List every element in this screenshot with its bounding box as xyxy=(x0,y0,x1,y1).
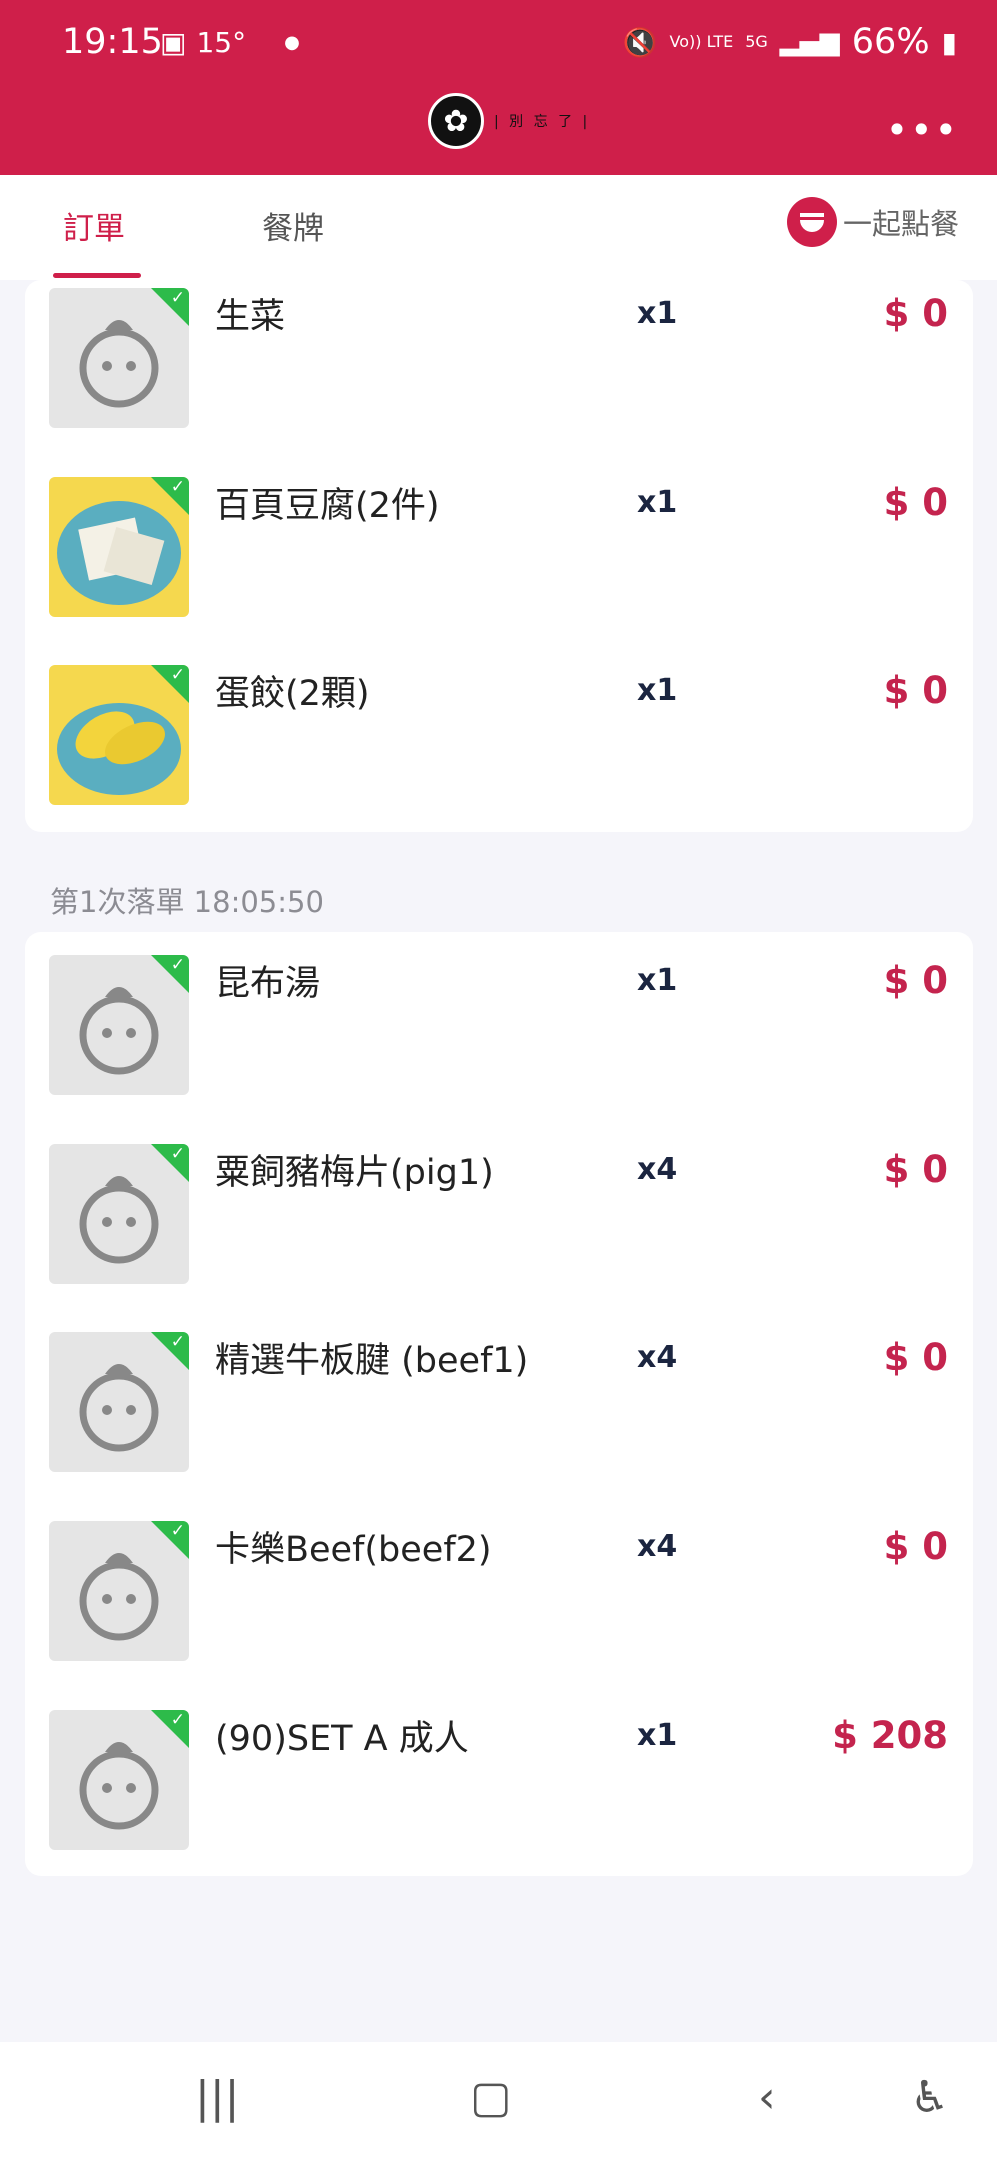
dot-icon: ● xyxy=(284,32,300,53)
network-gen: 5G xyxy=(745,32,768,51)
check-icon: ✓ xyxy=(151,288,189,326)
item-name: 生菜 xyxy=(215,297,286,337)
item-name: 卡樂Beef(beef2) xyxy=(215,1530,492,1570)
signal-icon: ▂▄▆ xyxy=(779,27,840,57)
mascot-placeholder-icon: ✓ xyxy=(49,1144,189,1284)
bowl-icon xyxy=(786,197,837,247)
order-card-1: ✓ 生菜 x1 $ 0 ✓ 百頁豆腐(2件) x1 $ 0 ✓ 蛋餃(2顆) x… xyxy=(25,280,973,832)
mascot-placeholder-icon: ✓ xyxy=(49,955,189,1095)
order-item[interactable]: ✓ 精選牛板腱 (beef1) x4 $ 0 xyxy=(49,1332,973,1472)
item-price: $ 0 xyxy=(883,292,948,335)
battery-icon: ▮ xyxy=(941,25,957,59)
egg-dumpling-photo: ✓ xyxy=(49,665,189,805)
mascot-placeholder-icon: ✓ xyxy=(49,1710,189,1850)
order-item[interactable]: ✓ 粟飼豬梅片(pig1) x4 $ 0 xyxy=(49,1144,973,1284)
check-icon: ✓ xyxy=(151,955,189,993)
mascot-placeholder-icon: ✓ xyxy=(49,288,189,428)
tab-bar: 訂單 餐牌 一起點餐 xyxy=(0,175,997,280)
order-item[interactable]: ✓ 百頁豆腐(2件) x1 $ 0 xyxy=(49,477,973,617)
tab-orders[interactable]: 訂單 xyxy=(63,203,125,248)
item-qty: x4 xyxy=(637,1529,678,1564)
status-time: 19:15 xyxy=(62,22,163,62)
item-qty: x1 xyxy=(637,296,678,331)
active-tab-indicator xyxy=(53,273,141,278)
flower-logo-icon: ✿ xyxy=(428,93,484,149)
item-price: $ 0 xyxy=(883,1336,948,1379)
order-item[interactable]: ✓ 卡樂Beef(beef2) x4 $ 0 xyxy=(49,1521,973,1661)
item-qty: x1 xyxy=(637,1718,678,1753)
mascot-placeholder-icon: ✓ xyxy=(49,1521,189,1661)
order-together-label: 一起點餐 xyxy=(842,207,959,241)
item-name: 百頁豆腐(2件) xyxy=(215,486,440,526)
check-icon: ✓ xyxy=(151,477,189,515)
order-item[interactable]: ✓ 生菜 x1 $ 0 xyxy=(49,288,973,428)
mute-icon: 🔇 xyxy=(622,25,658,59)
item-qty: x1 xyxy=(637,963,678,998)
system-nav-bar: ||| ▢ ‹ ♿ xyxy=(0,2042,997,2160)
item-qty: x4 xyxy=(637,1340,678,1375)
network-label: Vo)) LTE xyxy=(669,32,734,51)
item-qty: x1 xyxy=(637,673,678,708)
item-price: $ 0 xyxy=(883,669,948,712)
order-together-button[interactable]: 一起點餐 xyxy=(786,197,959,247)
back-icon[interactable]: ‹ xyxy=(758,2072,776,2123)
restaurant-logo: ✿ | 別 忘 了 | xyxy=(428,93,590,149)
order-item[interactable]: ✓ (90)SET A 成人 x1 $ 208 xyxy=(49,1710,973,1850)
item-name: 蛋餃(2顆) xyxy=(215,674,370,714)
order-batch-header: 第1次落單 18:05:50 xyxy=(50,885,324,919)
home-icon[interactable]: ▢ xyxy=(470,2072,512,2123)
temperature: 15° xyxy=(196,26,247,59)
mascot-placeholder-icon: ✓ xyxy=(49,1332,189,1472)
recent-apps-icon[interactable]: ||| xyxy=(195,2072,239,2123)
tofu-photo: ✓ xyxy=(49,477,189,617)
item-price: $ 0 xyxy=(883,1525,948,1568)
item-name: 昆布湯 xyxy=(215,964,321,1004)
logo-wordmark: | 別 忘 了 | xyxy=(494,114,591,130)
item-qty: x4 xyxy=(637,1152,678,1187)
check-icon: ✓ xyxy=(151,1710,189,1748)
more-dots-icon[interactable]: ••• xyxy=(886,108,959,152)
check-icon: ✓ xyxy=(151,1521,189,1559)
item-price: $ 0 xyxy=(883,1148,948,1191)
item-qty: x1 xyxy=(637,485,678,520)
tab-menu[interactable]: 餐牌 xyxy=(262,203,324,248)
order-item[interactable]: ✓ 昆布湯 x1 $ 0 xyxy=(49,955,973,1095)
accessibility-icon[interactable]: ♿ xyxy=(910,2072,949,2123)
item-name: 粟飼豬梅片(pig1) xyxy=(215,1153,494,1193)
status-bar: 19:15 ▣ 15° ● 🔇 Vo)) LTE 5G ▂▄▆ 66% ▮ xyxy=(0,0,997,90)
check-icon: ✓ xyxy=(151,1144,189,1182)
order-item[interactable]: ✓ 蛋餃(2顆) x1 $ 0 xyxy=(49,665,973,805)
item-name: 精選牛板腱 (beef1) xyxy=(215,1341,529,1381)
check-icon: ✓ xyxy=(151,1332,189,1370)
battery-level: 66% xyxy=(851,22,930,62)
check-icon: ✓ xyxy=(151,665,189,703)
gallery-icon: ▣ xyxy=(160,26,187,59)
item-price: $ 0 xyxy=(883,959,948,1002)
item-name: (90)SET A 成人 xyxy=(215,1719,469,1759)
item-price: $ 0 xyxy=(883,481,948,524)
item-price: $ 208 xyxy=(832,1714,948,1757)
app-header: 19:15 ▣ 15° ● 🔇 Vo)) LTE 5G ▂▄▆ 66% ▮ ✿ … xyxy=(0,0,997,175)
order-card-2: ✓ 昆布湯 x1 $ 0 ✓ 粟飼豬梅片(pig1) x4 $ 0 ✓ 精選牛板… xyxy=(25,932,973,1876)
